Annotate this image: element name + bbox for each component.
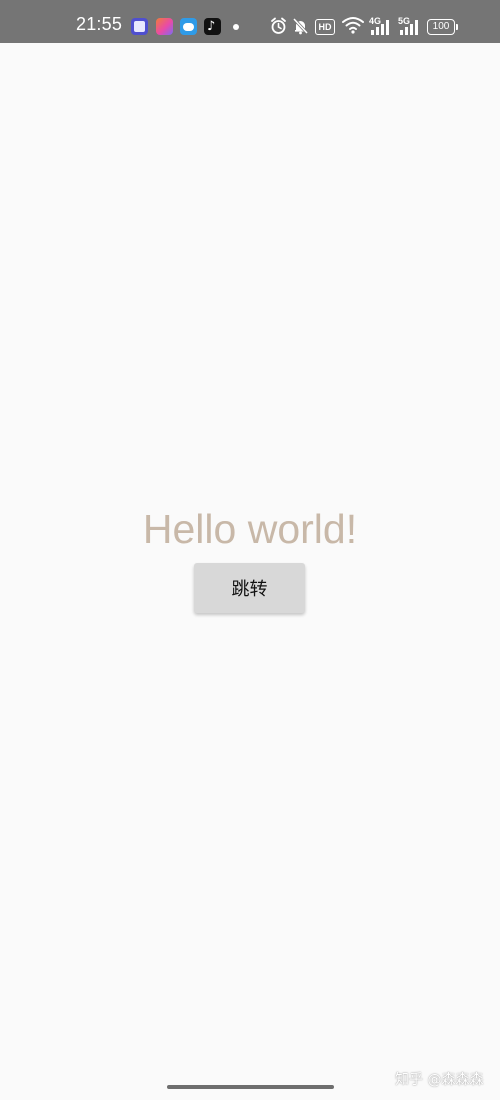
battery-tip bbox=[456, 24, 458, 30]
hello-text: Hello world! bbox=[142, 506, 358, 552]
app-notification-icon bbox=[131, 18, 148, 35]
jump-button[interactable]: 跳转 bbox=[194, 563, 305, 613]
mute-icon bbox=[292, 17, 309, 35]
gallery-notification-icon bbox=[156, 18, 173, 35]
hd-icon: HD bbox=[315, 19, 335, 35]
wifi-icon bbox=[342, 17, 364, 34]
alarm-icon bbox=[271, 17, 286, 34]
home-indicator[interactable] bbox=[167, 1085, 334, 1089]
more-notifications-icon bbox=[233, 24, 239, 30]
signal-4g-icon bbox=[371, 20, 389, 35]
status-time: 21:55 bbox=[76, 14, 123, 34]
tiktok-notification-icon: ♪ bbox=[204, 18, 221, 35]
weather-notification-icon bbox=[180, 18, 197, 35]
battery-icon: 100 bbox=[427, 19, 455, 35]
status-bar: 21:55 ♪ HD 4G 5G 100 bbox=[0, 0, 500, 43]
watermark: 知乎 @森森森 bbox=[395, 1072, 484, 1088]
signal-5g-icon bbox=[400, 20, 418, 35]
